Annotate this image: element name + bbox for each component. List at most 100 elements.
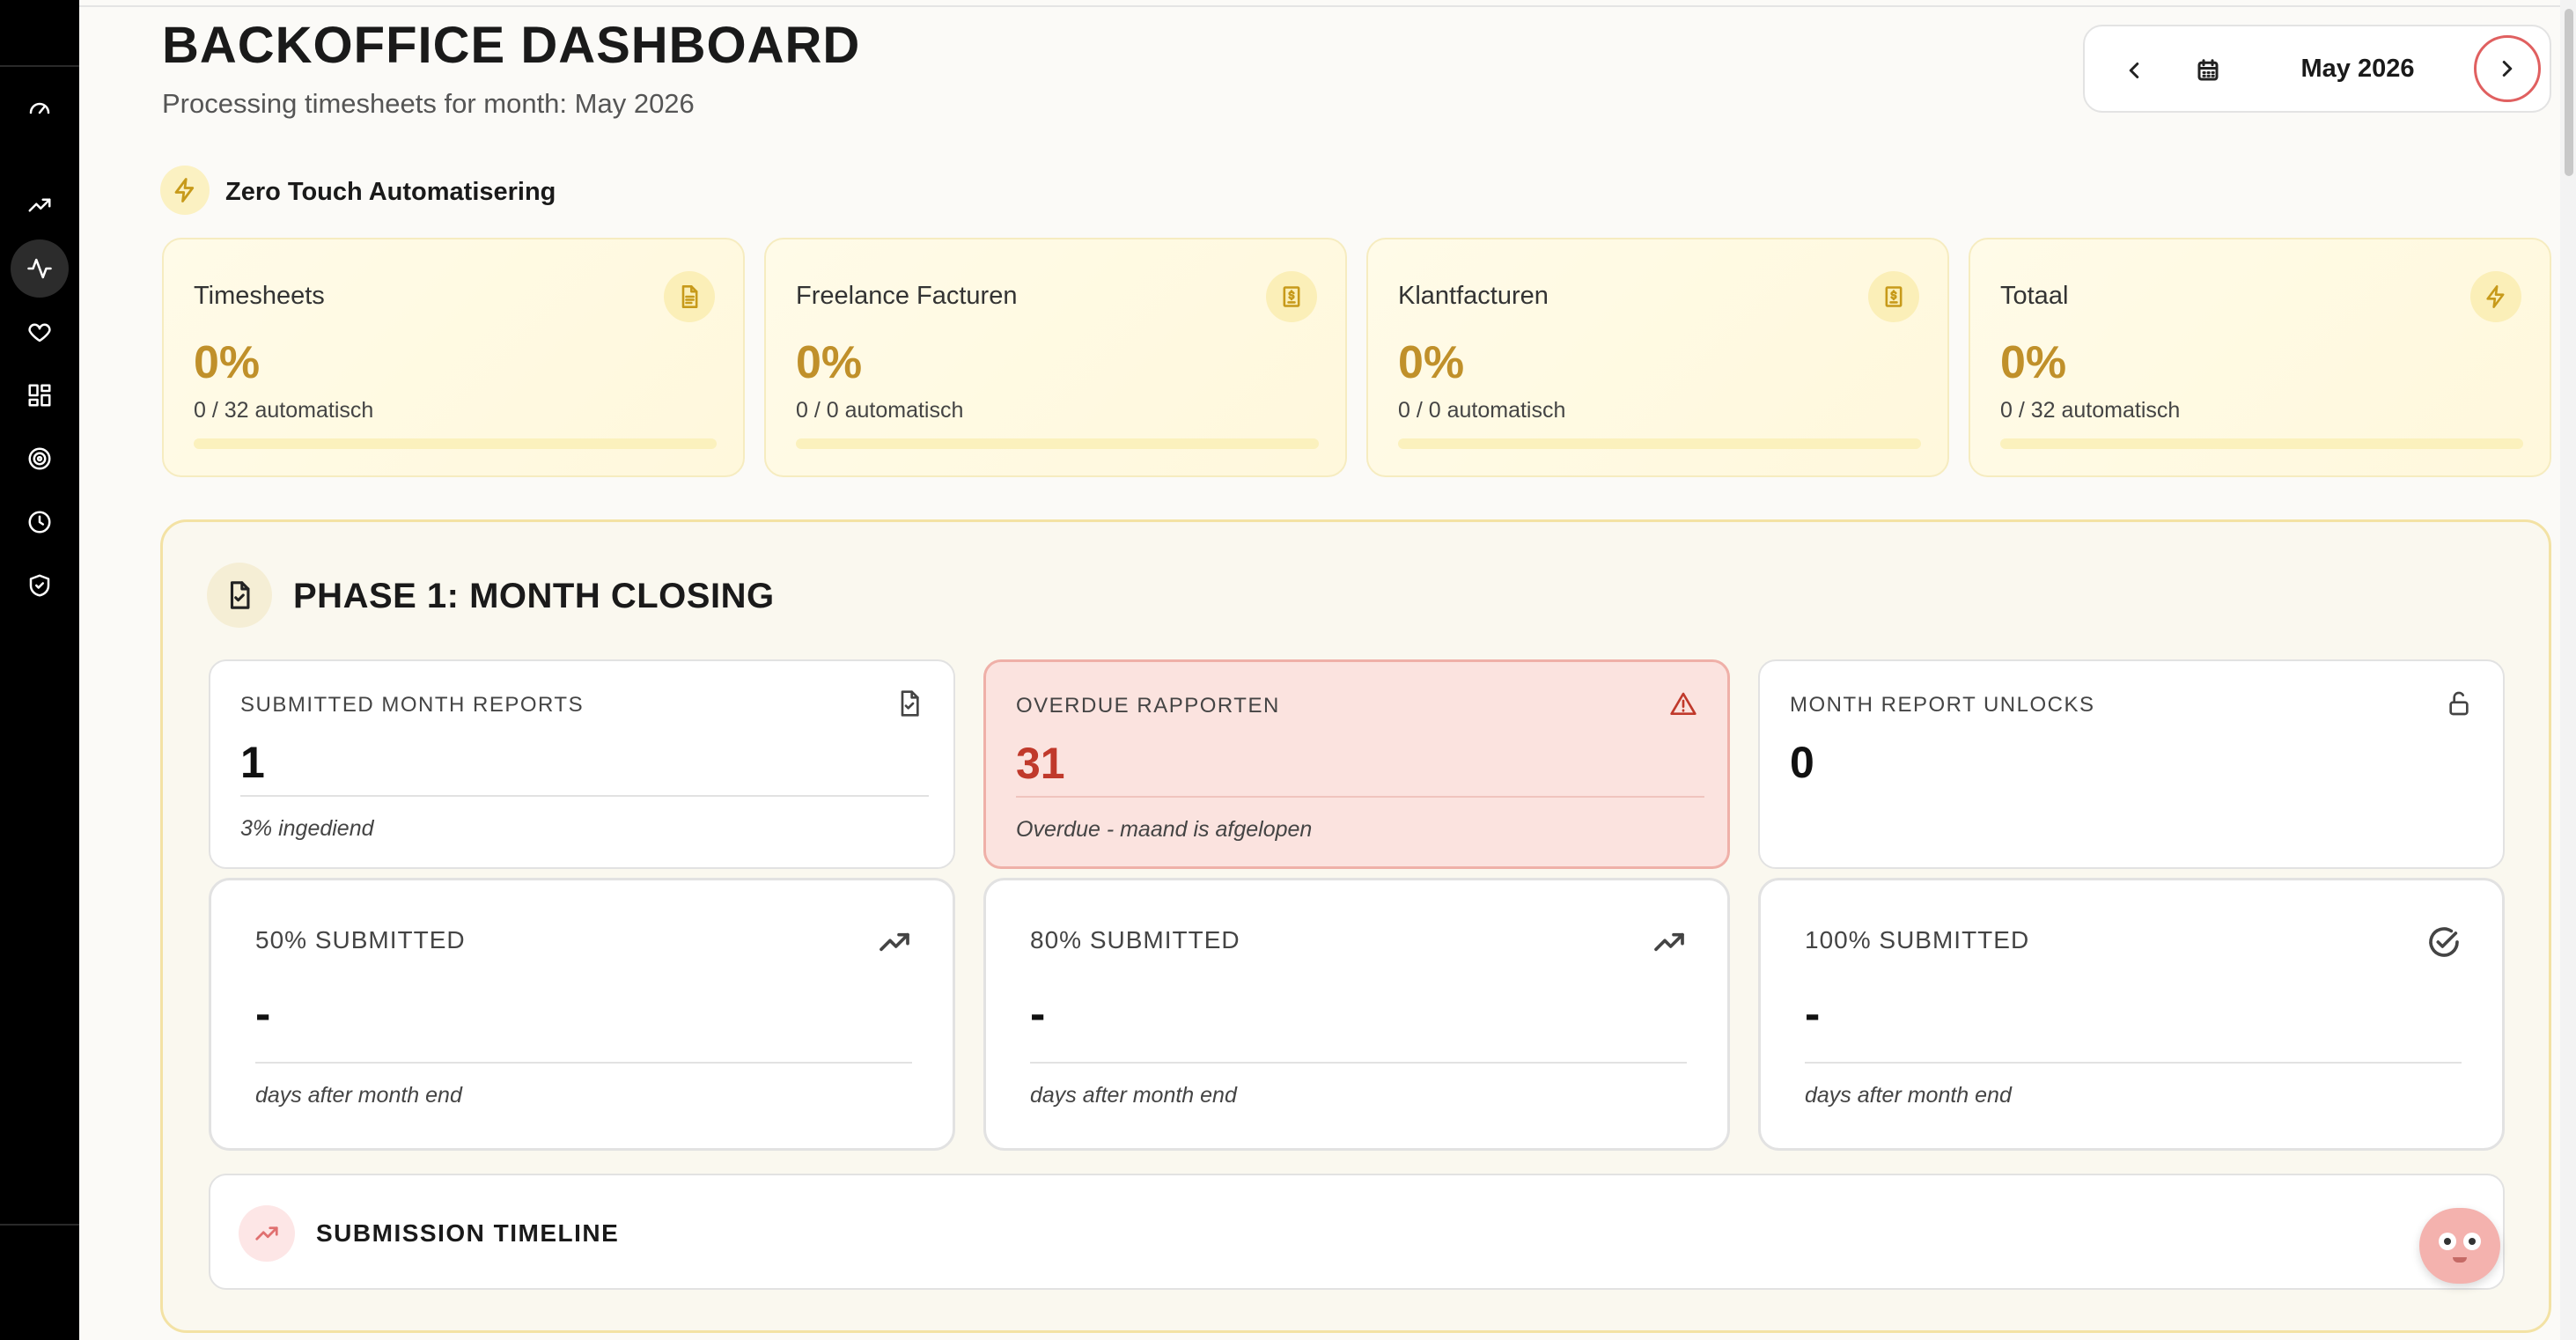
- sidebar-item-security[interactable]: [11, 556, 69, 615]
- next-month-button[interactable]: [2474, 35, 2541, 102]
- sidebar-item-apps[interactable]: [11, 366, 69, 424]
- divider: [255, 1062, 912, 1064]
- kpi-value: -: [1030, 989, 1046, 1040]
- automation-card-timesheets[interactable]: Timesheets 0% 0 / 32 automatisch: [162, 238, 745, 477]
- kpi-80-submitted[interactable]: 80% SUBMITTED - days after month end: [983, 878, 1730, 1151]
- card-name: Freelance Facturen: [796, 282, 1018, 310]
- warning-icon: [1670, 692, 1696, 715]
- trending-up-icon: [1654, 932, 1684, 952]
- phase-title: PHASE 1: MONTH CLOSING: [293, 577, 775, 615]
- stat-value: 1: [240, 738, 265, 787]
- trending-up-icon: [880, 932, 909, 952]
- progress-bar: [194, 438, 717, 449]
- card-icon-badge: [664, 271, 715, 322]
- sidebar-divider: [0, 65, 79, 67]
- stat-report-unlocks[interactable]: MONTH REPORT UNLOCKS 0: [1758, 659, 2505, 869]
- card-percent: 0%: [2000, 337, 2067, 388]
- lightning-icon: [2486, 285, 2505, 308]
- target-icon: [28, 447, 51, 470]
- page-title: BACKOFFICE DASHBOARD: [162, 17, 861, 74]
- month-navigator: May 2026: [2083, 25, 2551, 113]
- progress-bar: [796, 438, 1319, 449]
- zero-touch-icon-badge: [160, 166, 210, 215]
- kpi-note: days after month end: [1030, 1083, 1237, 1108]
- kpi-label: 100% SUBMITTED: [1805, 926, 2030, 953]
- stat-label: OVERDUE RAPPORTEN: [1016, 694, 1280, 718]
- scrollbar-thumb[interactable]: [2565, 9, 2573, 176]
- grid-icon: [28, 384, 51, 407]
- sidebar-item-dashboard[interactable]: [11, 79, 69, 137]
- sidebar-item-goals[interactable]: [11, 430, 69, 488]
- file-check-icon: [901, 690, 919, 717]
- divider: [240, 795, 929, 797]
- kpi-label: 80% SUBMITTED: [1030, 926, 1240, 953]
- calendar-icon: [2197, 59, 2219, 81]
- card-percent: 0%: [1398, 337, 1465, 388]
- trending-up-icon: [255, 1226, 278, 1241]
- divider: [1030, 1062, 1687, 1064]
- trending-up-icon: [28, 198, 51, 212]
- gauge-icon: [29, 102, 50, 114]
- kpi-100-submitted[interactable]: 100% SUBMITTED - days after month end: [1758, 878, 2505, 1151]
- submission-timeline-section[interactable]: SUBMISSION TIMELINE: [209, 1174, 2505, 1290]
- card-icon-badge: [1868, 271, 1919, 322]
- stat-label: MONTH REPORT UNLOCKS: [1790, 693, 2095, 717]
- automation-card-total[interactable]: Totaal 0% 0 / 32 automatisch: [1969, 238, 2551, 477]
- top-border: [79, 5, 2562, 7]
- sidebar-divider: [0, 1224, 79, 1226]
- card-icon-badge: [1266, 271, 1317, 322]
- sidebar-item-history[interactable]: [11, 493, 69, 551]
- calendar-button[interactable]: [2190, 53, 2226, 88]
- clock-icon: [28, 511, 51, 534]
- kpi-50-submitted[interactable]: 50% SUBMITTED - days after month end: [209, 878, 955, 1151]
- zero-touch-title: Zero Touch Automatisering: [225, 178, 556, 206]
- card-percent: 0%: [796, 337, 863, 388]
- document-icon: [681, 285, 698, 308]
- card-percent: 0%: [194, 337, 261, 388]
- phase1-panel: PHASE 1: MONTH CLOSING SUBMITTED MONTH R…: [160, 519, 2551, 1333]
- card-name: Klantfacturen: [1398, 282, 1549, 310]
- chevron-right-icon: [2502, 61, 2513, 77]
- bot-eye: [2463, 1233, 2481, 1250]
- divider: [1016, 796, 1704, 798]
- stat-overdue-reports[interactable]: OVERDUE RAPPORTEN 31 Overdue - maand is …: [983, 659, 1730, 869]
- sidebar-item-activity[interactable]: [11, 239, 69, 298]
- stat-note: Overdue - maand is afgelopen: [1016, 817, 1313, 842]
- shield-check-icon: [29, 574, 50, 597]
- stat-label: SUBMITTED MONTH REPORTS: [240, 693, 585, 717]
- current-month-label[interactable]: May 2026: [2270, 55, 2446, 84]
- unlock-icon: [2449, 691, 2469, 716]
- kpi-value: -: [1805, 989, 1821, 1040]
- heart-icon: [28, 323, 51, 342]
- progress-bar: [1398, 438, 1921, 449]
- activity-icon: [27, 258, 52, 279]
- card-subtext: 0 / 0 automatisch: [1398, 398, 1566, 423]
- sidebar: [0, 0, 79, 1340]
- kpi-note: days after month end: [255, 1083, 462, 1108]
- automation-card-freelance-invoices[interactable]: Freelance Facturen 0% 0 / 0 automatisch: [764, 238, 1347, 477]
- card-icon-badge: [2470, 271, 2521, 322]
- bot-mouth: [2453, 1257, 2467, 1263]
- card-subtext: 0 / 32 automatisch: [2000, 398, 2181, 423]
- invoice-icon: [1283, 286, 1300, 307]
- stat-note: 3% ingediend: [240, 816, 374, 841]
- card-name: Timesheets: [194, 282, 325, 310]
- lightning-icon: [174, 178, 195, 202]
- sidebar-item-favorites[interactable]: [11, 303, 69, 361]
- prev-month-button[interactable]: [2116, 53, 2152, 88]
- chevron-left-icon: [2129, 63, 2139, 78]
- timeline-icon-badge: [239, 1205, 295, 1262]
- card-name: Totaal: [2000, 282, 2069, 310]
- stat-value: 0: [1790, 738, 1814, 787]
- page-scrollbar[interactable]: [2560, 0, 2576, 1340]
- timeline-title: SUBMISSION TIMELINE: [316, 1219, 620, 1247]
- kpi-value: -: [255, 989, 271, 1040]
- bot-eye: [2439, 1233, 2456, 1250]
- stat-submitted-reports[interactable]: SUBMITTED MONTH REPORTS 1 3% ingediend: [209, 659, 955, 869]
- phase-icon-badge: [207, 563, 272, 628]
- kpi-label: 50% SUBMITTED: [255, 926, 466, 953]
- stat-value: 31: [1016, 739, 1065, 788]
- automation-card-client-invoices[interactable]: Klantfacturen 0% 0 / 0 automatisch: [1366, 238, 1949, 477]
- sidebar-item-trends[interactable]: [11, 176, 69, 234]
- assistant-chat-button[interactable]: [2419, 1208, 2500, 1284]
